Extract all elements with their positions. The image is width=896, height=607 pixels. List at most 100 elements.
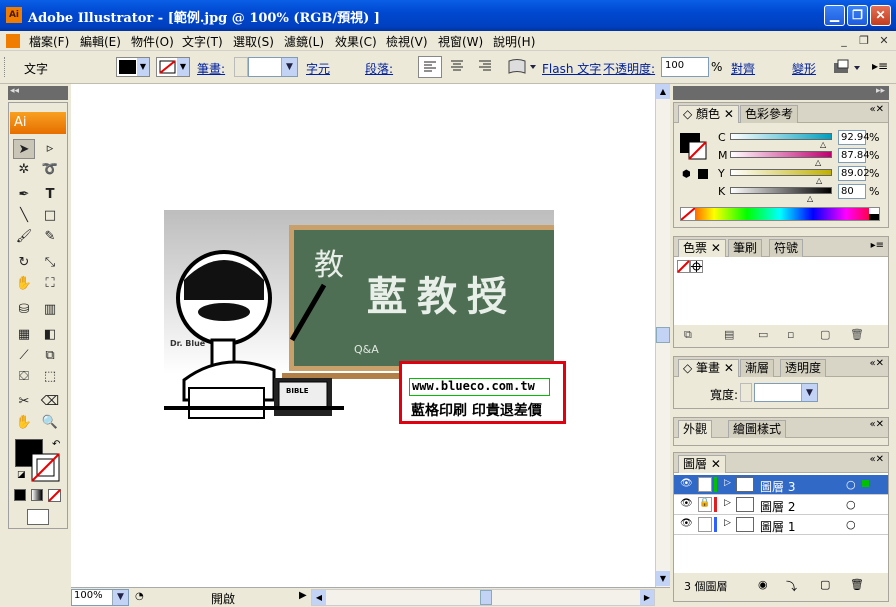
collapse-icon[interactable]: «✕ (870, 454, 885, 465)
layer-name[interactable]: 圖層 3 (760, 478, 795, 495)
layer-name[interactable]: 圖層 2 (760, 498, 795, 515)
expand-triangle-icon[interactable]: ▷ (724, 518, 731, 528)
channel-value[interactable]: 87.84 (838, 148, 870, 163)
slider-handle-icon[interactable]: △ (815, 158, 821, 167)
layer-row[interactable]: 👁 ▷ 圖層 3 ○ (674, 475, 888, 495)
character-link[interactable]: 字元 (306, 60, 330, 77)
panel-menu-icon[interactable]: ▸≡ (872, 59, 888, 75)
scroll-right-icon[interactable]: ▶ (640, 590, 654, 605)
color-mode-icon[interactable] (14, 489, 26, 501)
eyedropper-tool-icon[interactable]: ⟋ (13, 346, 35, 366)
pencil-tool-icon[interactable]: ✎ (39, 227, 61, 247)
channel-slider[interactable]: △ (730, 133, 832, 149)
expand-triangle-icon[interactable]: ▷ (724, 478, 731, 488)
flash-text-link[interactable]: Flash 文字 (542, 60, 601, 77)
expand-triangle-icon[interactable]: ▷ (724, 498, 731, 508)
horizontal-scrollbar[interactable]: ◀ ▶ (311, 589, 655, 606)
make-clipping-mask-icon[interactable]: ◉ (758, 578, 768, 591)
close-button[interactable]: ✕ (870, 5, 891, 26)
new-sublayer-icon[interactable]: ⤵ (786, 578, 797, 594)
new-color-group-icon[interactable]: ▫ (787, 328, 794, 341)
lock-toggle[interactable] (698, 477, 712, 492)
stroke-spin[interactable] (234, 57, 248, 77)
menu-window[interactable]: 視窗(W) (438, 33, 483, 50)
none-mode-icon[interactable] (48, 489, 61, 502)
tab-gradient[interactable]: 漸層 (740, 359, 775, 377)
new-swatch-icon[interactable]: ▢ (820, 328, 830, 341)
delete-swatch-icon[interactable]: 🗑 (850, 328, 864, 341)
layer-row[interactable]: 👁 🔒 ▷ 圖層 2 ○ (674, 495, 888, 515)
default-colors-icon[interactable]: ◪ (17, 470, 26, 480)
weight-spin[interactable] (740, 383, 752, 402)
collapse-icon[interactable]: «✕ (870, 358, 885, 369)
black-swatch[interactable] (869, 214, 879, 220)
zoom-tool-icon[interactable]: 🔍 (39, 413, 61, 433)
none-swatch-icon[interactable] (681, 208, 695, 220)
gamut-swatch[interactable] (698, 169, 708, 179)
collapse-icon[interactable]: «✕ (870, 419, 885, 430)
doc-minimize-icon[interactable]: _ (836, 33, 852, 48)
document-canvas[interactable]: 教 Dr. Blue 藍教授 Q&A BIBLE www.blueco.com.… (71, 84, 655, 587)
new-layer-icon[interactable]: ▢ (820, 578, 830, 591)
delete-layer-icon[interactable]: 🗑 (850, 578, 864, 591)
doc-restore-icon[interactable]: ❐ (856, 33, 872, 48)
swatch-none-registration-icon[interactable] (677, 260, 703, 273)
hscroll-thumb[interactable] (480, 590, 492, 605)
slider-handle-icon[interactable]: △ (820, 140, 826, 149)
pen-tool-icon[interactable]: ✒ (13, 185, 35, 205)
channel-slider[interactable]: △ (730, 169, 832, 185)
slogan-text[interactable]: 藍格印刷 印貴退差價 (411, 400, 542, 420)
rotate-tool-icon[interactable]: ↻ (13, 253, 35, 273)
swatch-library-icon[interactable]: ⧉ (684, 328, 692, 342)
warp-tool-icon[interactable]: ✋ (13, 274, 35, 294)
type-tool-icon[interactable]: T (39, 185, 61, 205)
channel-value[interactable]: 89.02 (838, 166, 870, 181)
doc-close-icon[interactable]: ✕ (876, 33, 892, 48)
target-circle-icon[interactable]: ○ (846, 478, 856, 491)
envelope-button[interactable] (506, 57, 538, 77)
stroke-weight-dropdown[interactable]: ▼ (248, 57, 298, 77)
menu-select[interactable]: 選取(S) (233, 33, 274, 50)
scroll-left-icon[interactable]: ◀ (312, 590, 326, 605)
align-right-button[interactable] (474, 56, 498, 78)
layer-name[interactable]: 圖層 1 (760, 518, 795, 535)
lasso-tool-icon[interactable]: ➰ (39, 160, 61, 180)
tab-graphic-styles[interactable]: 繪圖樣式 (728, 420, 787, 438)
isolate-button[interactable] (832, 57, 866, 77)
channel-value[interactable]: 80 (838, 184, 866, 199)
stroke-link[interactable]: 筆畫: (197, 60, 225, 77)
menu-view[interactable]: 檢視(V) (386, 33, 428, 50)
color-spectrum[interactable] (680, 207, 880, 221)
graph-tool-icon[interactable]: ▥ (39, 300, 61, 320)
opacity-link[interactable]: 不透明度: (603, 60, 655, 77)
stroke-none-icon[interactable] (688, 141, 708, 161)
symbol-sprayer-tool-icon[interactable]: ⛁ (13, 300, 35, 320)
vertical-scrollbar[interactable]: ▲ ▼ (655, 84, 670, 587)
transform-link[interactable]: 變形 (792, 60, 816, 77)
mesh-tool-icon[interactable]: ▦ (13, 325, 35, 345)
lock-icon[interactable]: 🔒 (698, 497, 712, 512)
tab-swatches[interactable]: 色票 ✕ (678, 239, 726, 257)
paintbrush-tool-icon[interactable]: 🖌 (13, 227, 35, 247)
eye-icon[interactable]: 👁 (680, 498, 693, 509)
free-transform-tool-icon[interactable]: ⛶ (39, 274, 61, 294)
swatch-options-icon[interactable]: ▭ (758, 328, 768, 341)
slice-tool-icon[interactable]: ✂ (13, 392, 35, 412)
zoom-dropdown[interactable]: 100% ▼ (71, 589, 129, 606)
magic-wand-tool-icon[interactable]: ✲ (13, 160, 35, 180)
weight-dropdown[interactable]: ▼ (754, 383, 818, 402)
swap-colors-icon[interactable]: ↶ (52, 439, 60, 450)
scroll-down-icon[interactable]: ▼ (656, 571, 670, 586)
eye-icon[interactable]: 👁 (680, 518, 693, 529)
panel-options-icon[interactable]: ▸≡ (871, 240, 884, 251)
scroll-up-icon[interactable]: ▲ (656, 84, 670, 99)
scroll-thumb[interactable] (656, 327, 670, 343)
hand-tool-icon[interactable]: ✋ (13, 413, 35, 433)
slider-handle-icon[interactable]: △ (807, 194, 813, 203)
target-circle-icon[interactable]: ○ (846, 518, 856, 531)
minimize-button[interactable]: ▁ (824, 5, 845, 26)
menu-object[interactable]: 物件(O) (131, 33, 174, 50)
selection-tool-icon[interactable]: ➤ (13, 139, 35, 159)
tab-color-guide[interactable]: 色彩參考 (740, 105, 799, 123)
menu-file[interactable]: 檔案(F) (29, 33, 69, 50)
